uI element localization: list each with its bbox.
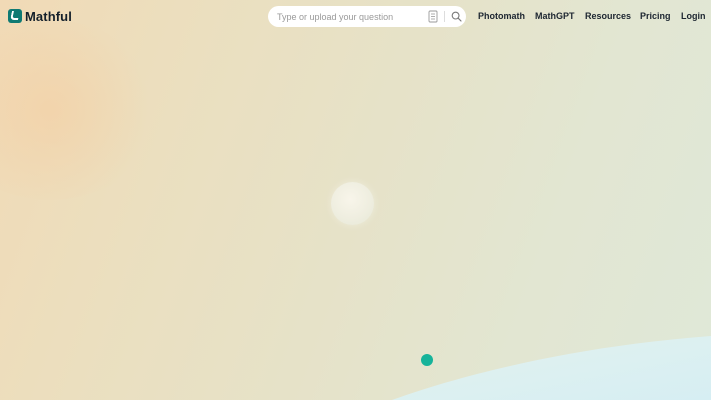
nav-pricing[interactable]: Pricing: [640, 11, 671, 23]
brand-name: Mathful: [25, 8, 72, 24]
document-upload-icon[interactable]: [428, 10, 438, 23]
nav-login[interactable]: Login: [681, 11, 706, 23]
page: Mathful Photomath MathGPT Resources Pric…: [0, 0, 711, 400]
search-bar: [268, 6, 466, 27]
search-divider: [444, 11, 445, 22]
search-icon[interactable]: [451, 11, 462, 22]
nav-resources[interactable]: Resources: [585, 11, 631, 23]
nav-mathgpt[interactable]: MathGPT: [535, 11, 575, 23]
search-input[interactable]: [277, 6, 427, 27]
top-navigation-bar: Mathful Photomath MathGPT Resources Pric…: [0, 0, 711, 34]
mathful-logo-icon: [8, 9, 22, 23]
nav-photomath[interactable]: Photomath: [478, 11, 525, 23]
accent-dot: [421, 354, 433, 366]
floating-orb: [331, 182, 374, 225]
brand-logo[interactable]: Mathful: [8, 8, 72, 24]
